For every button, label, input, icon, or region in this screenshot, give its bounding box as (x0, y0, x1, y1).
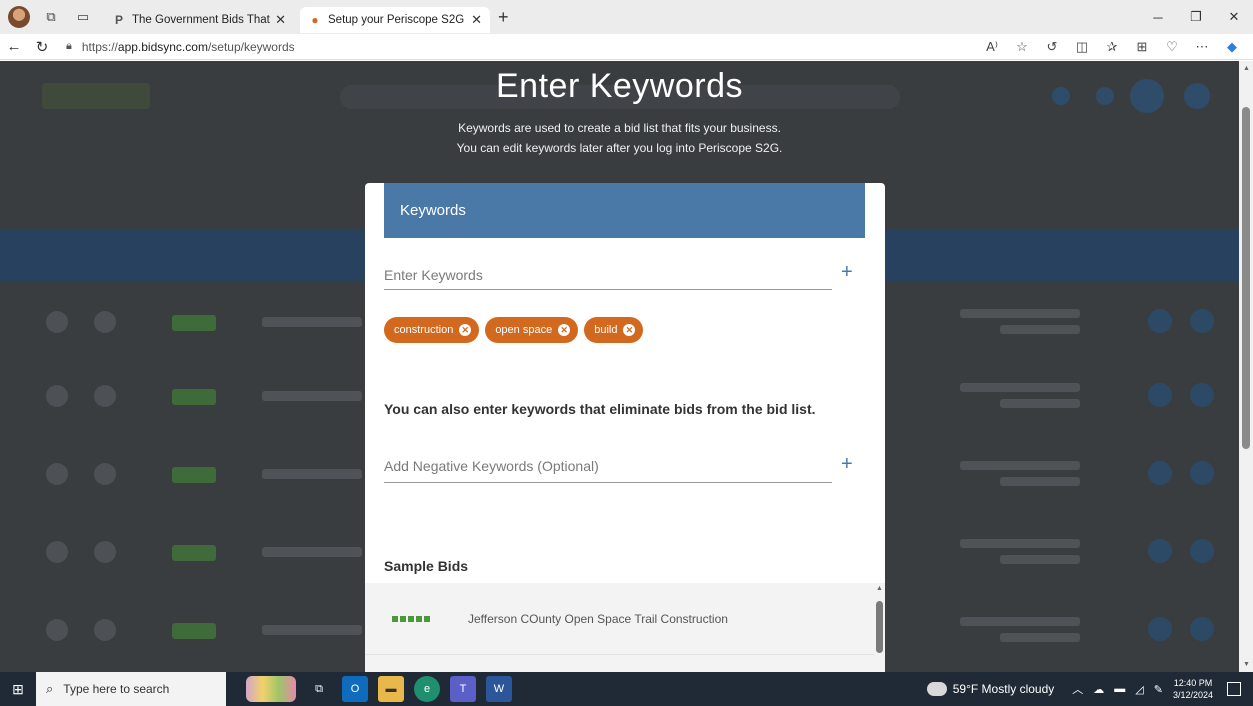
remove-chip-icon[interactable]: ✕ (623, 324, 636, 336)
more-icon[interactable]: ⋯ (1187, 39, 1217, 55)
negative-keyword-placeholder: Add Negative Keywords (Optional) (384, 457, 599, 474)
url-prefix: https:// (81, 39, 118, 54)
clock-time: 12:40 PM (1173, 678, 1213, 688)
chip-label: open space (495, 324, 553, 336)
restore-icon[interactable]: ❐ (1177, 0, 1215, 34)
negative-keyword-input[interactable]: Add Negative Keywords (Optional) (384, 445, 832, 483)
window-controls: ─ ❐ ✕ (1139, 0, 1253, 34)
cloud-icon (926, 682, 947, 696)
tab-bar: ⧉ ▭ P The Government Bids That Matte ✕ ●… (0, 0, 1253, 34)
browser-toolbar: A⁾ ☆ ↺ ◫ ✰ ⊞ ♡ ⋯ ◆ (977, 34, 1247, 60)
collections-icon[interactable]: ⊞ (1127, 39, 1157, 55)
modal-header-title: Keywords (400, 202, 466, 219)
keyword-chip: construction ✕ (384, 317, 480, 343)
close-tab-icon[interactable]: ✕ (471, 12, 482, 28)
task-view-icon[interactable]: ⧉ (306, 676, 332, 702)
copilot-icon[interactable]: ◆ (1217, 39, 1247, 55)
scroll-down-arrow-icon[interactable]: ▼ (1243, 661, 1250, 668)
wifi-icon[interactable]: ◿ (1135, 683, 1143, 696)
teams-icon[interactable]: T (450, 676, 476, 702)
sample-bids-title: Sample Bids (384, 558, 469, 574)
extensions-icon[interactable]: ↺ (1037, 39, 1067, 55)
keywords-modal: Keywords Enter Keywords + construction ✕… (365, 183, 885, 672)
sample-bid-title: Jefferson COunty Open Space Trail Constr… (468, 611, 728, 626)
bid-match-indicator-icon (392, 615, 432, 622)
windows-taskbar: ⊞ ⌕ Type here to search ⧉ O ▬ e T W 59°F… (0, 672, 1253, 706)
profile-avatar[interactable] (8, 6, 30, 28)
pen-icon[interactable]: ✎ (1154, 683, 1163, 696)
system-tray: 59°F Mostly cloudy ︿ ☁ ▬ ◿ ✎ 12:40 PM 3/… (926, 672, 1253, 706)
windows-start-icon[interactable]: ⊞ (0, 672, 36, 706)
chip-label: build (594, 324, 618, 336)
scroll-up-arrow-icon[interactable]: ▲ (1243, 65, 1250, 72)
chip-label: construction (394, 324, 454, 336)
weather-widget[interactable]: 59°F Mostly cloudy (926, 682, 1055, 696)
tab-government-bids[interactable]: P The Government Bids That Matte ✕ (104, 7, 294, 33)
weather-text: 59°F Mostly cloudy (952, 682, 1055, 696)
new-tab-button[interactable]: + (498, 7, 509, 28)
clock[interactable]: 12:40 PM 3/12/2024 (1173, 677, 1213, 701)
modal-header: Keywords (384, 183, 865, 238)
onedrive-icon[interactable]: ☁ (1093, 683, 1104, 696)
taskbar-search-placeholder: Type here to search (63, 682, 170, 696)
read-aloud-icon[interactable]: A⁾ (977, 39, 1007, 55)
keyword-chips: construction ✕ open space ✕ build ✕ (384, 317, 649, 343)
page-content: Enter Keywords Keywords are used to crea… (0, 61, 1239, 672)
scroll-thumb[interactable] (876, 601, 883, 653)
sample-bid-row[interactable]: Jefferson COunty Open Space Trail Constr… (365, 583, 875, 655)
url-host: app.bidsync.com (117, 39, 208, 54)
back-icon[interactable]: ← (0, 35, 28, 59)
clock-date: 3/12/2024 (1172, 690, 1213, 700)
tab-actions-icon[interactable]: ▭ (72, 6, 94, 28)
minimize-icon[interactable]: ─ (1139, 0, 1177, 34)
negative-keywords-title: You can also enter keywords that elimina… (384, 401, 816, 417)
search-highlight-image[interactable] (246, 676, 296, 702)
battery-icon[interactable]: ▬ (1114, 683, 1125, 695)
page-title: Enter Keywords (496, 67, 743, 105)
refresh-icon[interactable]: ↻ (28, 35, 56, 59)
scroll-up-arrow-icon[interactable]: ▲ (876, 585, 883, 592)
browser-window: ⧉ ▭ P The Government Bids That Matte ✕ ●… (0, 0, 1253, 672)
favorites-icon[interactable]: ✰ (1097, 39, 1127, 55)
page-scrollbar[interactable]: ▲ ▼ (1239, 61, 1253, 672)
keyword-chip: build ✕ (584, 317, 644, 343)
split-screen-icon[interactable]: ◫ (1067, 39, 1097, 55)
chevron-up-icon[interactable]: ︿ (1072, 681, 1083, 697)
lock-icon: 🔒︎ (66, 40, 72, 52)
url-path: /setup/keywords (207, 39, 295, 54)
close-window-icon[interactable]: ✕ (1215, 0, 1253, 34)
favorite-star-icon[interactable]: ☆ (1007, 39, 1037, 55)
page-subtext-line1: Keywords are used to create a bid list t… (458, 121, 781, 135)
add-negative-keyword-button[interactable]: + (841, 453, 853, 476)
outlook-icon[interactable]: O (342, 676, 368, 702)
url-field[interactable]: 🔒︎ https://app.bidsync.com/setup/keyword… (66, 40, 295, 54)
workspaces-icon[interactable]: ⧉ (40, 6, 62, 28)
scroll-thumb[interactable] (1242, 107, 1250, 449)
word-icon[interactable]: W (486, 676, 512, 702)
remove-chip-icon[interactable]: ✕ (459, 324, 472, 336)
add-keyword-button[interactable]: + (841, 261, 853, 284)
taskbar-search[interactable]: ⌕ Type here to search (36, 672, 226, 706)
page-subtext-line2: You can edit keywords later after you lo… (456, 141, 783, 155)
sample-bids-scrollbar[interactable]: ▲ (874, 583, 885, 672)
edge-icon[interactable]: e (414, 676, 440, 702)
notifications-icon[interactable] (1227, 682, 1241, 696)
tab-title: Setup your Periscope S2G accou (328, 14, 467, 26)
keyword-input[interactable]: Enter Keywords (384, 252, 832, 290)
tab-title: The Government Bids That Matte (132, 14, 271, 26)
tab-setup-periscope[interactable]: ● Setup your Periscope S2G accou ✕ (300, 7, 490, 33)
bidsync-favicon-icon: ● (311, 13, 319, 27)
address-bar: ← ↻ 🔒︎ https://app.bidsync.com/setup/key… (0, 34, 1253, 60)
search-icon: ⌕ (46, 681, 54, 696)
remove-chip-icon[interactable]: ✕ (558, 324, 571, 336)
close-tab-icon[interactable]: ✕ (275, 12, 286, 28)
performance-icon[interactable]: ♡ (1157, 39, 1187, 55)
file-explorer-icon[interactable]: ▬ (378, 676, 404, 702)
periscope-favicon-icon: P (114, 13, 123, 27)
keyword-input-placeholder: Enter Keywords (384, 266, 483, 283)
sample-bids-list: Jefferson COunty Open Space Trail Constr… (365, 583, 885, 672)
keyword-chip: open space ✕ (485, 317, 579, 343)
